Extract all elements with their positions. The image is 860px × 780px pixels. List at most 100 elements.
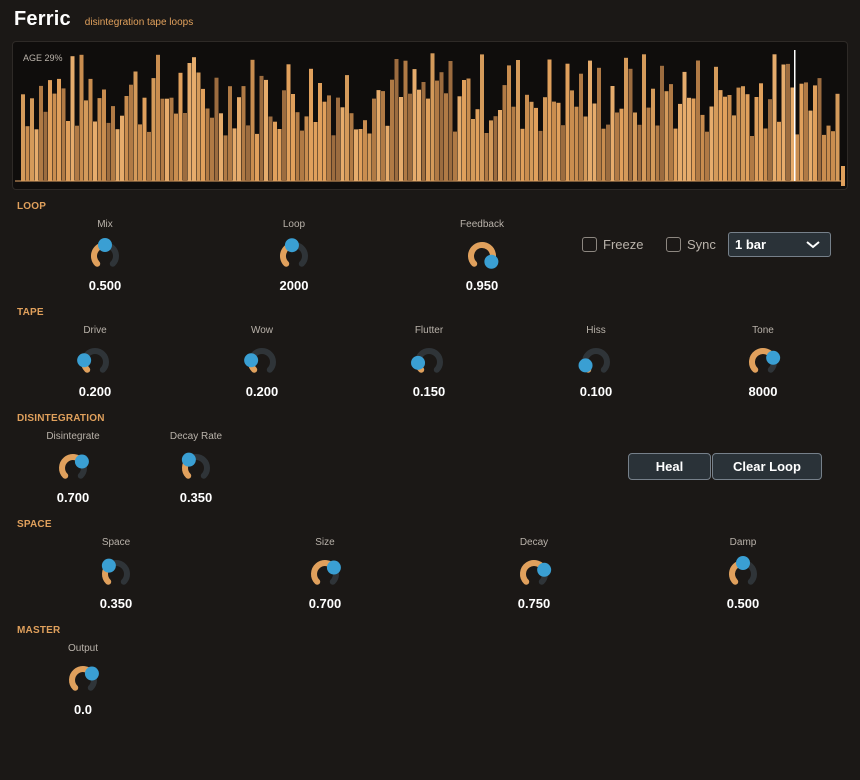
heal-button[interactable]: Heal (628, 453, 711, 480)
waveform-bar (183, 113, 187, 181)
space-knob[interactable]: Space 0.350 (61, 536, 171, 611)
loop-knob[interactable]: Loop 2000 (239, 218, 349, 293)
waveform-bar (745, 94, 750, 181)
tone-knob[interactable]: Tone 8000 (708, 324, 818, 399)
waveform-bar (174, 113, 178, 181)
tape-waveform-display[interactable]: AGE 29% (12, 41, 848, 190)
flutter-knob[interactable]: Flutter 0.150 (374, 324, 484, 399)
waveform-bar (210, 117, 214, 181)
waveform-bar (336, 97, 340, 181)
waveform-bar (156, 54, 160, 181)
waveform-bar (808, 110, 813, 181)
waveform-bar (754, 97, 759, 181)
waveform-bar (187, 63, 192, 181)
size-knob[interactable]: Size 0.700 (270, 536, 380, 611)
flutter-label: Flutter (414, 325, 444, 336)
waveform-bar (673, 128, 678, 181)
waveform-bar (682, 71, 687, 181)
clear-loop-button[interactable]: Clear Loop (712, 453, 822, 480)
damp-label: Damp (729, 537, 757, 548)
waveform-bar (381, 91, 385, 181)
waveform-bar (372, 98, 376, 181)
damp-knob[interactable]: Damp 0.500 (688, 536, 798, 611)
waveform-bar (462, 80, 466, 181)
waveform-bar (363, 120, 367, 181)
waveform-bar (61, 88, 66, 181)
waveform-bar (489, 120, 493, 181)
waveform-bar (637, 124, 642, 181)
waveform-bar (102, 89, 106, 181)
waveform-bar (277, 129, 282, 181)
waveform-bar (759, 83, 763, 181)
feedback-knob[interactable]: Feedback 0.950 (427, 218, 537, 293)
waveform-bar (120, 115, 124, 181)
waveform-bar (75, 125, 79, 181)
waveform-bar (349, 113, 354, 181)
waveform-bar (502, 85, 507, 181)
waveform-bar (219, 113, 223, 181)
waveform-bar (273, 121, 277, 181)
waveform-bars (15, 50, 845, 186)
hiss-knob-dial[interactable] (578, 344, 614, 380)
damp-knob-dial[interactable] (725, 556, 761, 592)
loop-knob-dial[interactable] (276, 238, 312, 274)
wow-label: Wow (250, 325, 274, 336)
waveform-bar (205, 108, 210, 181)
sync-checkbox[interactable]: Sync (666, 237, 716, 252)
sync-checkbox-box[interactable] (666, 237, 681, 252)
section-disintegration-title: DISINTEGRATION (17, 413, 105, 424)
waveform-bar (142, 97, 147, 181)
decay-knob[interactable]: Decay 0.750 (479, 536, 589, 611)
loop-division-dropdown[interactable]: 1 bar (728, 232, 831, 257)
size-label: Size (315, 537, 335, 548)
waveform-bar (439, 72, 444, 181)
decay-rate-knob-dial[interactable] (178, 450, 214, 486)
wow-knob-dial[interactable] (244, 344, 280, 380)
waveform-bar (79, 54, 84, 181)
waveform-bar (435, 80, 439, 181)
waveform-bar (579, 73, 583, 181)
knob-pointer (84, 666, 99, 681)
disintegrate-knob-dial[interactable] (55, 450, 91, 486)
waveform-bar (592, 103, 597, 181)
waveform-bar (768, 99, 772, 181)
waveform-bar (412, 69, 417, 181)
decay-knob-dial[interactable] (516, 556, 552, 592)
waveform-bar (318, 83, 322, 181)
waveform-bar (259, 75, 264, 181)
waveform-bar (480, 54, 484, 181)
waveform-bar (84, 100, 88, 181)
app-subtitle: disintegration tape loops (84, 17, 194, 28)
disintegrate-knob[interactable]: Disintegrate 0.700 (18, 430, 128, 505)
freeze-checkbox-box[interactable] (582, 237, 597, 252)
drive-knob[interactable]: Drive 0.200 (40, 324, 150, 399)
waveform-bar (115, 129, 120, 181)
space-knob-dial[interactable] (98, 556, 134, 592)
waveform-bar (597, 67, 601, 181)
drive-knob-dial[interactable] (77, 344, 113, 380)
app-title: Ferric (14, 8, 71, 30)
waveform-bar (421, 82, 426, 181)
waveform-bar (475, 109, 480, 181)
waveform-bar (529, 101, 534, 181)
wow-knob[interactable]: Wow 0.200 (207, 324, 317, 399)
waveform-bar (484, 133, 489, 181)
freeze-checkbox[interactable]: Freeze (582, 237, 643, 252)
waveform-bar (304, 116, 309, 181)
waveform-bar (255, 133, 259, 181)
decay-rate-knob[interactable]: Decay Rate 0.350 (141, 430, 251, 505)
size-knob-dial[interactable] (307, 556, 343, 592)
hiss-knob[interactable]: Hiss 0.100 (541, 324, 651, 399)
mix-knob-dial[interactable] (87, 238, 123, 274)
flutter-knob-dial[interactable] (411, 344, 447, 380)
tone-knob-dial[interactable] (745, 344, 781, 380)
decay-value: 0.750 (517, 596, 551, 611)
mix-knob[interactable]: Mix 0.500 (50, 218, 160, 293)
waveform-bar (655, 125, 660, 181)
tone-value: 8000 (748, 384, 778, 399)
output-knob-dial[interactable] (65, 662, 101, 698)
feedback-knob-dial[interactable] (464, 238, 500, 274)
waveform-bar (763, 128, 768, 181)
waveform-bar (57, 78, 61, 181)
output-knob[interactable]: Output 0.0 (28, 642, 138, 717)
